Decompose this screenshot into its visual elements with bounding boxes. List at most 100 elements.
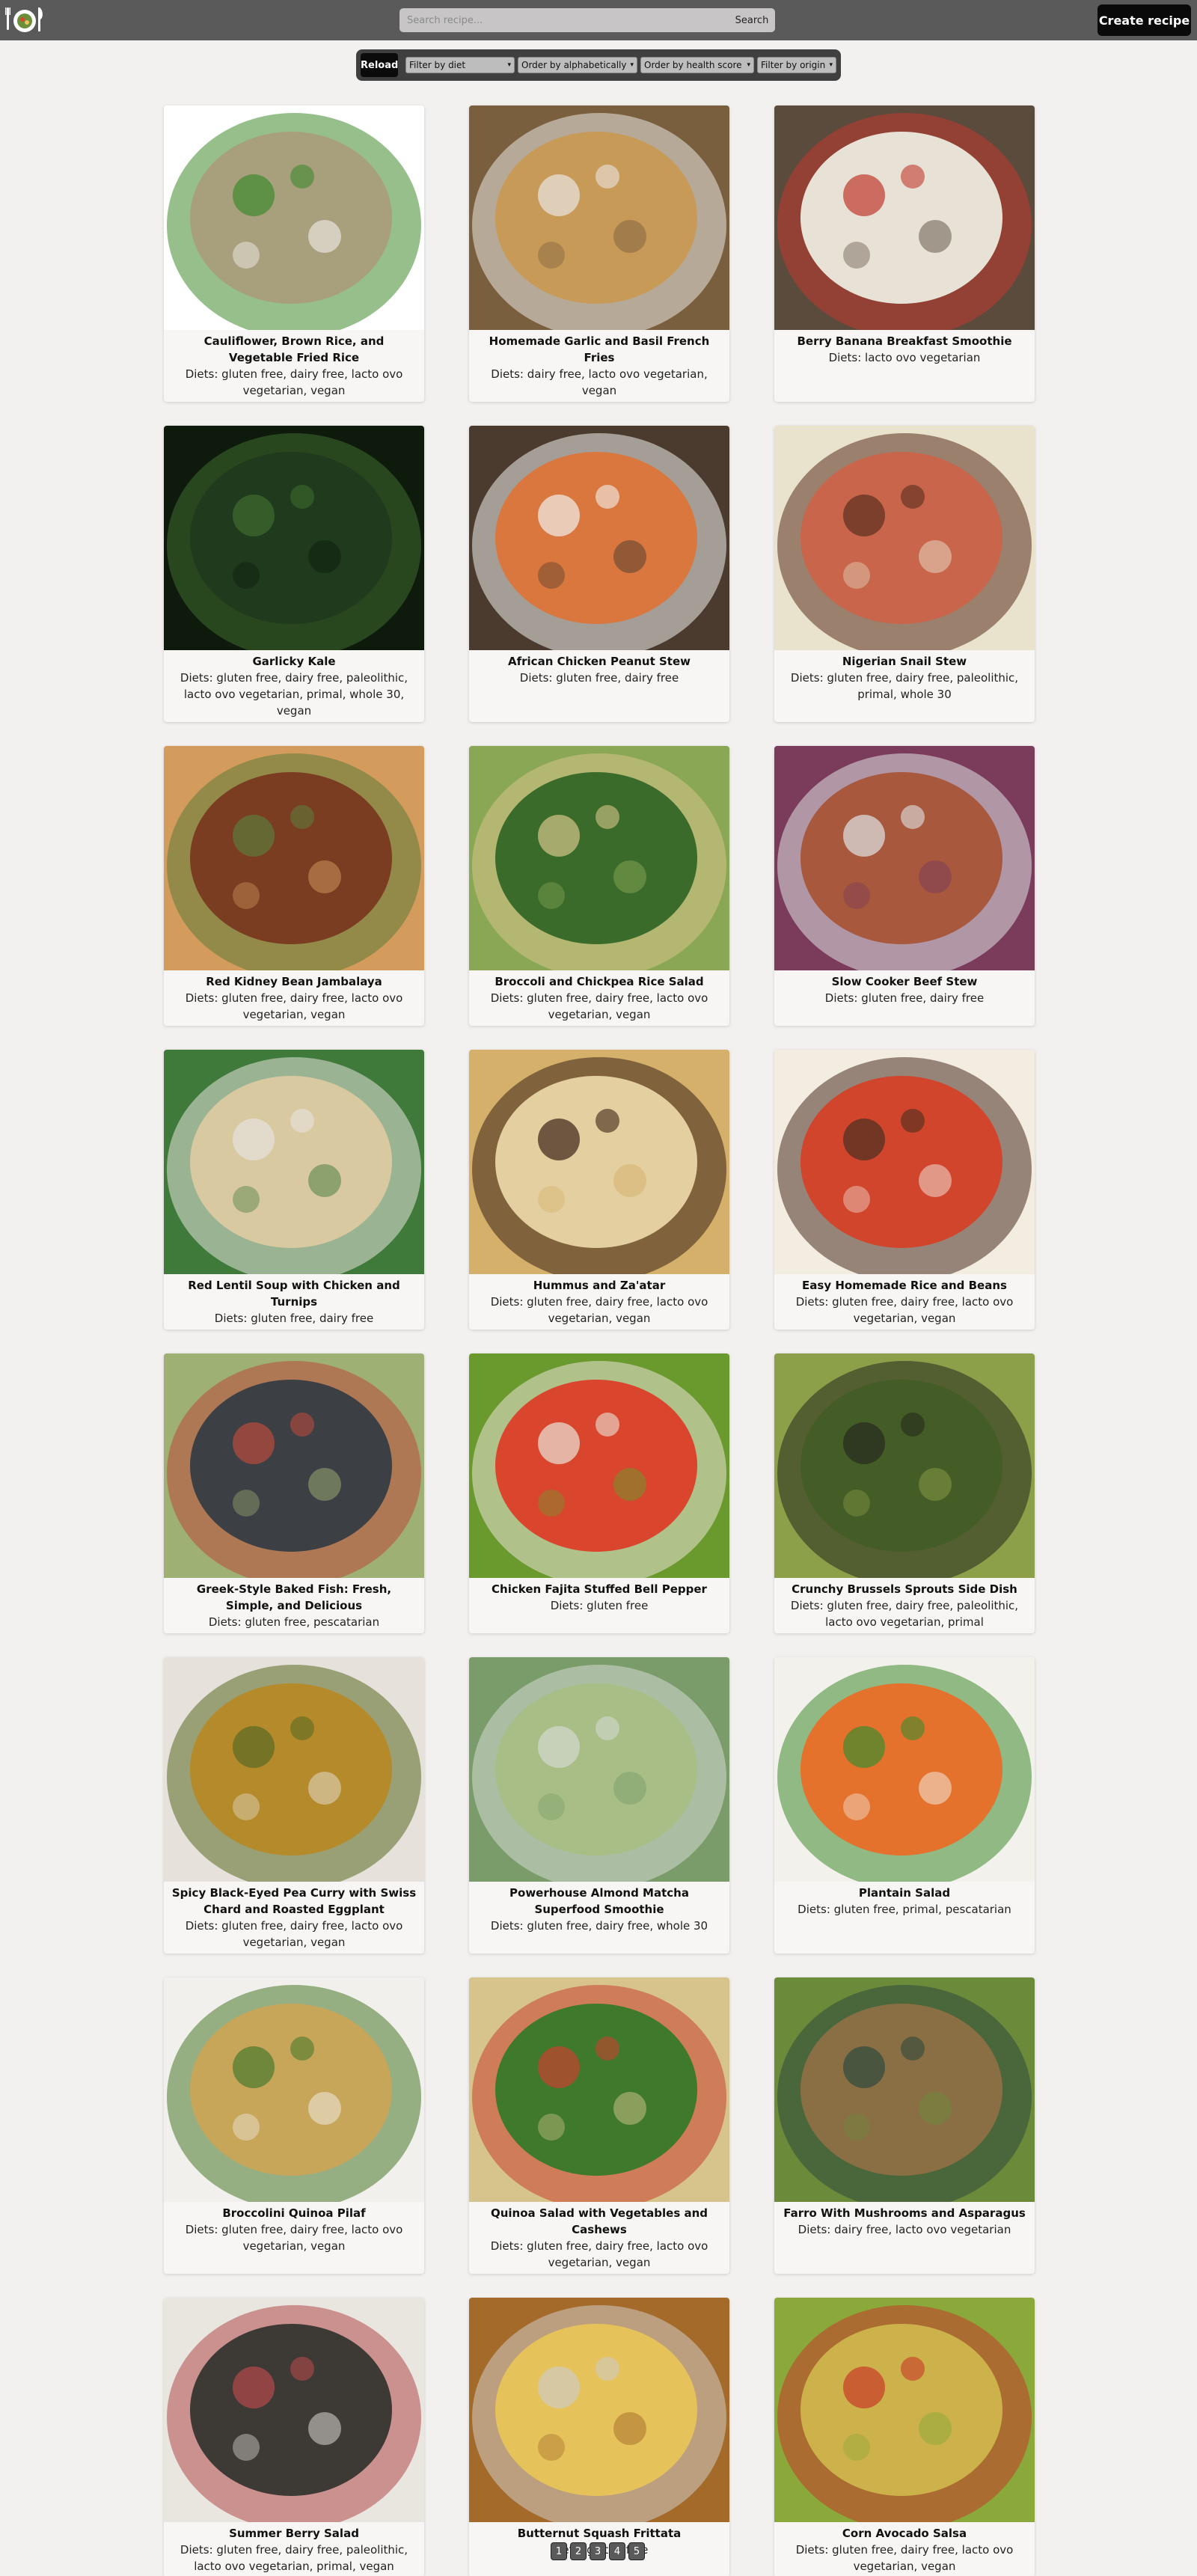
health-score-order-label: Order by health score xyxy=(644,60,742,70)
recipe-image[interactable] xyxy=(469,1050,729,1274)
recipe-diets: Diets: gluten free, dairy free, lacto ov… xyxy=(185,1919,403,1949)
recipe-image[interactable] xyxy=(469,426,729,650)
recipe-image[interactable] xyxy=(774,1977,1035,2202)
chevron-down-icon: ▾ xyxy=(747,61,750,69)
recipe-card[interactable]: Easy Homemade Rice and Beans Diets: glute… xyxy=(774,1050,1035,1330)
recipe-diets: Diets: gluten free, dairy free, lacto ov… xyxy=(795,1295,1014,1325)
recipe-title: African Chicken Peanut Stew xyxy=(508,655,691,668)
recipe-card[interactable]: Butternut Squash FrittataDiets: gluten f… xyxy=(469,2298,729,2576)
page-button[interactable]: 1 xyxy=(551,2542,567,2560)
recipe-title: Powerhouse Almond Matcha Superfood Smoot… xyxy=(509,1886,689,1916)
recipe-card[interactable]: Corn Avocado Salsa Diets: gluten free, da… xyxy=(774,2298,1035,2576)
recipe-image[interactable] xyxy=(774,1657,1035,1882)
recipe-image[interactable] xyxy=(164,426,424,650)
recipe-title: Plantain Salad xyxy=(858,1886,951,1900)
recipe-image[interactable] xyxy=(164,1657,424,1882)
filter-toolbar: Reload Filter by diet ▾ Order by alphabe… xyxy=(356,49,841,81)
search-input[interactable] xyxy=(399,8,729,32)
recipe-card[interactable]: Greek-Style Baked Fish: Fresh, Simple, a… xyxy=(164,1353,424,1633)
recipe-card[interactable]: Slow Cooker Beef Stew Diets: gluten free,… xyxy=(774,746,1035,1026)
recipe-diets: Diets: gluten free, dairy free, paleolit… xyxy=(180,2543,408,2573)
recipe-image[interactable] xyxy=(774,1353,1035,1578)
recipe-image[interactable] xyxy=(469,105,729,330)
page-button[interactable]: 5 xyxy=(628,2542,645,2560)
recipe-card[interactable]: Farro With Mushrooms and Asparagus Diets:… xyxy=(774,1977,1035,2274)
recipe-card[interactable]: Red Kidney Bean Jambalaya Diets: gluten f… xyxy=(164,746,424,1026)
recipe-title: Nigerian Snail Stew xyxy=(842,655,967,668)
recipe-diets: Diets: gluten free, dairy free, lacto ov… xyxy=(185,2223,403,2253)
recipe-diets: Diets: gluten free, dairy free, paleolit… xyxy=(790,1599,1019,1629)
recipe-image[interactable] xyxy=(164,1050,424,1274)
recipe-card[interactable]: Berry Banana Breakfast Smoothie Diets: la… xyxy=(774,105,1035,402)
recipe-image[interactable] xyxy=(469,746,729,970)
recipe-card[interactable]: African Chicken Peanut Stew Diets: gluten… xyxy=(469,426,729,722)
recipe-card[interactable]: Powerhouse Almond Matcha Superfood Smoot… xyxy=(469,1657,729,1954)
recipe-title: Corn Avocado Salsa xyxy=(842,2527,967,2540)
recipe-image[interactable] xyxy=(164,1977,424,2202)
recipe-diets: Diets: gluten free, dairy free, lacto ov… xyxy=(185,991,403,1021)
chevron-down-icon: ▾ xyxy=(507,61,511,69)
search-bar: Search xyxy=(399,8,775,32)
page-button[interactable]: 3 xyxy=(590,2542,606,2560)
recipe-diets: Diets: gluten free, dairy free, lacto ov… xyxy=(490,1295,708,1325)
diet-filter-select[interactable]: Filter by diet ▾ xyxy=(405,57,515,73)
recipe-title: Cauliflower, Brown Rice, and Vegetable F… xyxy=(203,334,385,364)
page-button[interactable]: 2 xyxy=(570,2542,587,2560)
page-button[interactable]: 4 xyxy=(609,2542,625,2560)
recipe-diets: Diets: gluten free, pescatarian xyxy=(208,1615,380,1629)
recipe-title: Red Lentil Soup with Chicken and Turnips xyxy=(188,1279,400,1309)
recipe-image[interactable] xyxy=(469,2298,729,2522)
recipe-title: Quinoa Salad with Vegetables and Cashews xyxy=(490,2206,708,2236)
recipe-diets: Diets: dairy free, lacto ovo vegetarian,… xyxy=(491,367,708,397)
recipe-image[interactable] xyxy=(774,426,1035,650)
recipe-card[interactable]: Red Lentil Soup with Chicken and Turnips… xyxy=(164,1050,424,1330)
recipe-image[interactable] xyxy=(774,746,1035,970)
diet-filter-label: Filter by diet xyxy=(409,60,466,70)
recipe-diets: Diets: gluten free, dairy free, paleolit… xyxy=(790,671,1019,701)
recipe-diets: Diets: gluten free, primal, pescatarian xyxy=(798,1903,1011,1916)
recipe-card[interactable]: Nigerian Snail Stew Diets: gluten free, d… xyxy=(774,426,1035,722)
alphabetical-order-select[interactable]: Order by alphabetically ▾ xyxy=(518,57,637,73)
recipe-card[interactable]: Quinoa Salad with Vegetables and Cashews… xyxy=(469,1977,729,2274)
recipe-title: Spicy Black-Eyed Pea Curry with Swiss Ch… xyxy=(171,1886,417,1916)
recipe-image[interactable] xyxy=(164,746,424,970)
recipe-title: Crunchy Brussels Sprouts Side Dish xyxy=(792,1582,1017,1596)
recipe-image[interactable] xyxy=(164,2298,424,2522)
recipe-title: Homemade Garlic and Basil French Fries xyxy=(489,334,710,364)
chevron-down-icon: ▾ xyxy=(829,61,833,69)
recipe-card[interactable]: Broccolini Quinoa Pilaf Diets: gluten fre… xyxy=(164,1977,424,2274)
recipe-diets: Diets: gluten free, dairy free xyxy=(214,1312,374,1325)
recipe-card[interactable]: Garlicky Kale Diets: gluten free, dairy f… xyxy=(164,426,424,722)
recipe-image[interactable] xyxy=(164,1353,424,1578)
recipe-image[interactable] xyxy=(469,1657,729,1882)
recipe-card[interactable]: Chicken Fajita Stuffed Bell Pepper Diets:… xyxy=(469,1353,729,1633)
recipe-diets: Diets: gluten free, dairy free, lacto ov… xyxy=(185,367,403,397)
recipe-title: Farro With Mushrooms and Asparagus xyxy=(783,2206,1026,2220)
recipe-image[interactable] xyxy=(164,105,424,330)
recipe-image[interactable] xyxy=(774,105,1035,330)
recipe-card[interactable]: Plantain Salad Diets: gluten free, primal… xyxy=(774,1657,1035,1954)
recipe-card[interactable]: Broccoli and Chickpea Rice Salad Diets: g… xyxy=(469,746,729,1026)
reload-button[interactable]: Reload xyxy=(361,53,398,77)
recipe-card[interactable]: Hummus and Za'atar Diets: gluten free, da… xyxy=(469,1050,729,1330)
recipe-image[interactable] xyxy=(469,1977,729,2202)
recipe-image[interactable] xyxy=(469,1353,729,1578)
health-score-order-select[interactable]: Order by health score ▾ xyxy=(640,57,754,73)
recipe-diets: Diets: gluten free, dairy free xyxy=(824,991,985,1005)
search-button[interactable]: Search xyxy=(729,8,775,32)
recipe-card[interactable]: Homemade Garlic and Basil French Fries Di… xyxy=(469,105,729,402)
recipe-image[interactable] xyxy=(774,1050,1035,1274)
recipe-card[interactable]: Spicy Black-Eyed Pea Curry with Swiss Ch… xyxy=(164,1657,424,1954)
recipe-image[interactable] xyxy=(774,2298,1035,2522)
recipe-diets: Diets: lacto ovo vegetarian xyxy=(828,351,981,364)
recipe-title: Slow Cooker Beef Stew xyxy=(831,975,978,988)
recipe-card[interactable]: Summer Berry Salad Diets: gluten free, da… xyxy=(164,2298,424,2576)
recipe-card[interactable]: Crunchy Brussels Sprouts Side Dish Diets:… xyxy=(774,1353,1035,1633)
create-recipe-button[interactable]: Create recipe xyxy=(1097,4,1191,36)
recipe-title: Chicken Fajita Stuffed Bell Pepper xyxy=(492,1582,707,1596)
plate-fork-knife-logo-icon[interactable] xyxy=(4,3,45,36)
origin-filter-select[interactable]: Filter by origin ▾ xyxy=(757,57,836,73)
recipe-card[interactable]: Cauliflower, Brown Rice, and Vegetable F… xyxy=(164,105,424,402)
alphabetical-order-label: Order by alphabetically xyxy=(521,60,627,70)
recipe-title: Butternut Squash Frittata xyxy=(517,2527,682,2540)
